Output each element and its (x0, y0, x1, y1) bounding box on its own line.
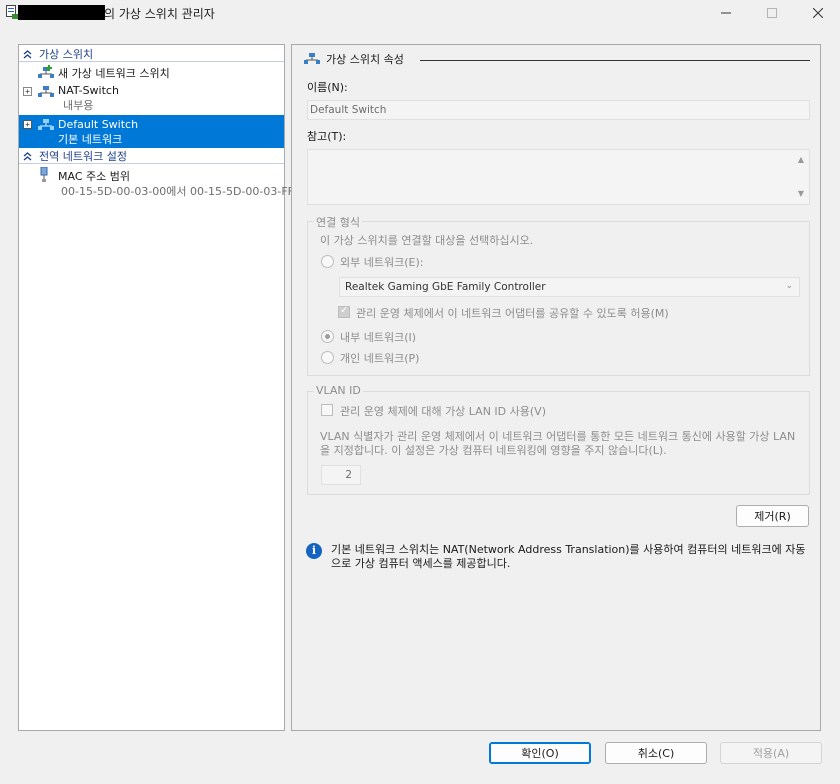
private-network-radio[interactable] (321, 351, 334, 364)
switch-type: 내부용 (63, 99, 94, 112)
section-global-network-settings[interactable]: 전역 네트워크 설정 (19, 148, 284, 164)
ok-button[interactable]: 확인(O) (489, 742, 591, 764)
window-title: 의 가상 스위치 관리자 (104, 7, 215, 21)
vlan-enable-checkbox[interactable] (321, 404, 333, 416)
private-network-label: 개인 네트워크(P) (340, 352, 420, 365)
connection-type-title: 연결 형식 (314, 214, 362, 230)
info-message: 기본 네트워크 스위치는 NAT(Network Address Transla… (331, 543, 806, 570)
switch-name: Default Switch (58, 118, 139, 131)
connection-type-group: 연결 형식 이 가상 스위치를 연결할 대상을 선택하십시오. 외부 네트워크(… (307, 214, 810, 376)
network-switch-icon (304, 53, 320, 64)
section-global-label: 전역 네트워크 설정 (39, 150, 127, 163)
app-icon (6, 5, 18, 19)
switch-item-default-switch[interactable]: + Default Switch 기본 네트워크 (19, 115, 284, 148)
name-label: 이름(N): (307, 81, 348, 94)
name-field[interactable]: Default Switch (307, 100, 810, 120)
share-adapter-checkbox[interactable] (338, 305, 350, 318)
expand-icon[interactable]: + (23, 120, 32, 129)
new-virtual-switch-item[interactable]: 새 가상 네트워크 스위치 (19, 63, 284, 81)
vlan-id-group: VLAN ID 관리 운영 체제에 대해 가상 LAN ID 사용(V) VLA… (307, 384, 810, 495)
section-virtual-switches[interactable]: 가상 스위치 (19, 46, 284, 62)
new-switch-icon (38, 65, 54, 78)
mac-range-label: MAC 주소 범위 (58, 170, 130, 183)
network-switch-icon (38, 86, 54, 97)
remove-button[interactable]: 제거(R) (736, 505, 809, 527)
section-virtual-switches-label: 가상 스위치 (39, 48, 94, 61)
switch-item-nat-switch[interactable]: + NAT-Switch 내부용 (19, 83, 284, 113)
close-icon (813, 8, 823, 18)
vlan-enable-label: 관리 운영 체제에 대해 가상 LAN ID 사용(V) (340, 405, 546, 418)
notes-label: 참고(T): (307, 130, 347, 143)
chevron-down-icon: ⌄ (785, 281, 793, 291)
vlan-id-title: VLAN ID (314, 384, 363, 397)
properties-title: 가상 스위치 속성 (326, 53, 404, 66)
network-adapter-icon (40, 167, 48, 182)
external-network-radio[interactable] (321, 255, 334, 268)
cancel-button[interactable]: 취소(C) (605, 742, 707, 764)
scroll-down-icon[interactable]: ▼ (795, 189, 807, 199)
mac-range-value: 00-15-5D-00-03-00에서 00-15-5D-00-03-FF (61, 185, 294, 198)
notes-field[interactable]: ▲ ▼ (307, 149, 810, 205)
switch-navigation-tree[interactable]: 가상 스위치 새 가상 네트워크 스위치 + NAT-Switch 내부용 + (18, 44, 294, 731)
collapse-chevron-icon[interactable] (19, 46, 35, 62)
header-divider (420, 60, 810, 61)
switch-type: 기본 네트워크 (58, 133, 123, 146)
info-icon: i (306, 543, 322, 559)
new-switch-label: 새 가상 네트워크 스위치 (58, 67, 170, 80)
vlan-description: VLAN 식별자가 관리 운영 체제에서 이 네트워크 어댑터를 통한 모든 네… (320, 430, 796, 457)
network-switch-icon (38, 119, 54, 130)
mac-address-range-item[interactable]: MAC 주소 범위 00-15-5D-00-03-00에서 00-15-5D-0… (19, 166, 294, 198)
internal-network-radio[interactable] (321, 330, 334, 343)
collapse-chevron-icon[interactable] (19, 148, 35, 164)
maximize-icon (767, 8, 777, 18)
properties-header: 가상 스위치 속성 (304, 51, 404, 67)
scroll-up-icon[interactable]: ▲ (795, 155, 807, 165)
redacted-host-name (18, 5, 105, 20)
internal-network-label: 내부 네트워크(I) (340, 331, 417, 344)
maximize-button[interactable] (749, 0, 795, 26)
apply-button[interactable]: 적용(A) (720, 742, 822, 764)
vlan-id-field[interactable]: 2 (321, 465, 361, 485)
switch-properties-panel: 가상 스위치 속성 이름(N): Default Switch 참고(T): ▲… (291, 44, 821, 731)
network-adapter-select[interactable]: Realtek Gaming GbE Family Controller ⌄ (339, 277, 800, 297)
title-bar: 의 가상 스위치 관리자 (0, 0, 840, 26)
close-button[interactable] (795, 0, 840, 26)
external-network-label: 외부 네트워크(E): (340, 256, 424, 269)
expand-icon[interactable]: + (23, 87, 32, 96)
minimize-button[interactable] (703, 0, 749, 26)
connection-description: 이 가상 스위치를 연결할 대상을 선택하십시오. (320, 234, 534, 247)
minimize-icon (721, 12, 731, 14)
switch-name: NAT-Switch (58, 84, 119, 97)
network-adapter-value: Realtek Gaming GbE Family Controller (345, 281, 546, 293)
share-adapter-label: 관리 운영 체제에서 이 네트워크 어댑터를 공유할 수 있도록 허용(M) (356, 307, 669, 320)
